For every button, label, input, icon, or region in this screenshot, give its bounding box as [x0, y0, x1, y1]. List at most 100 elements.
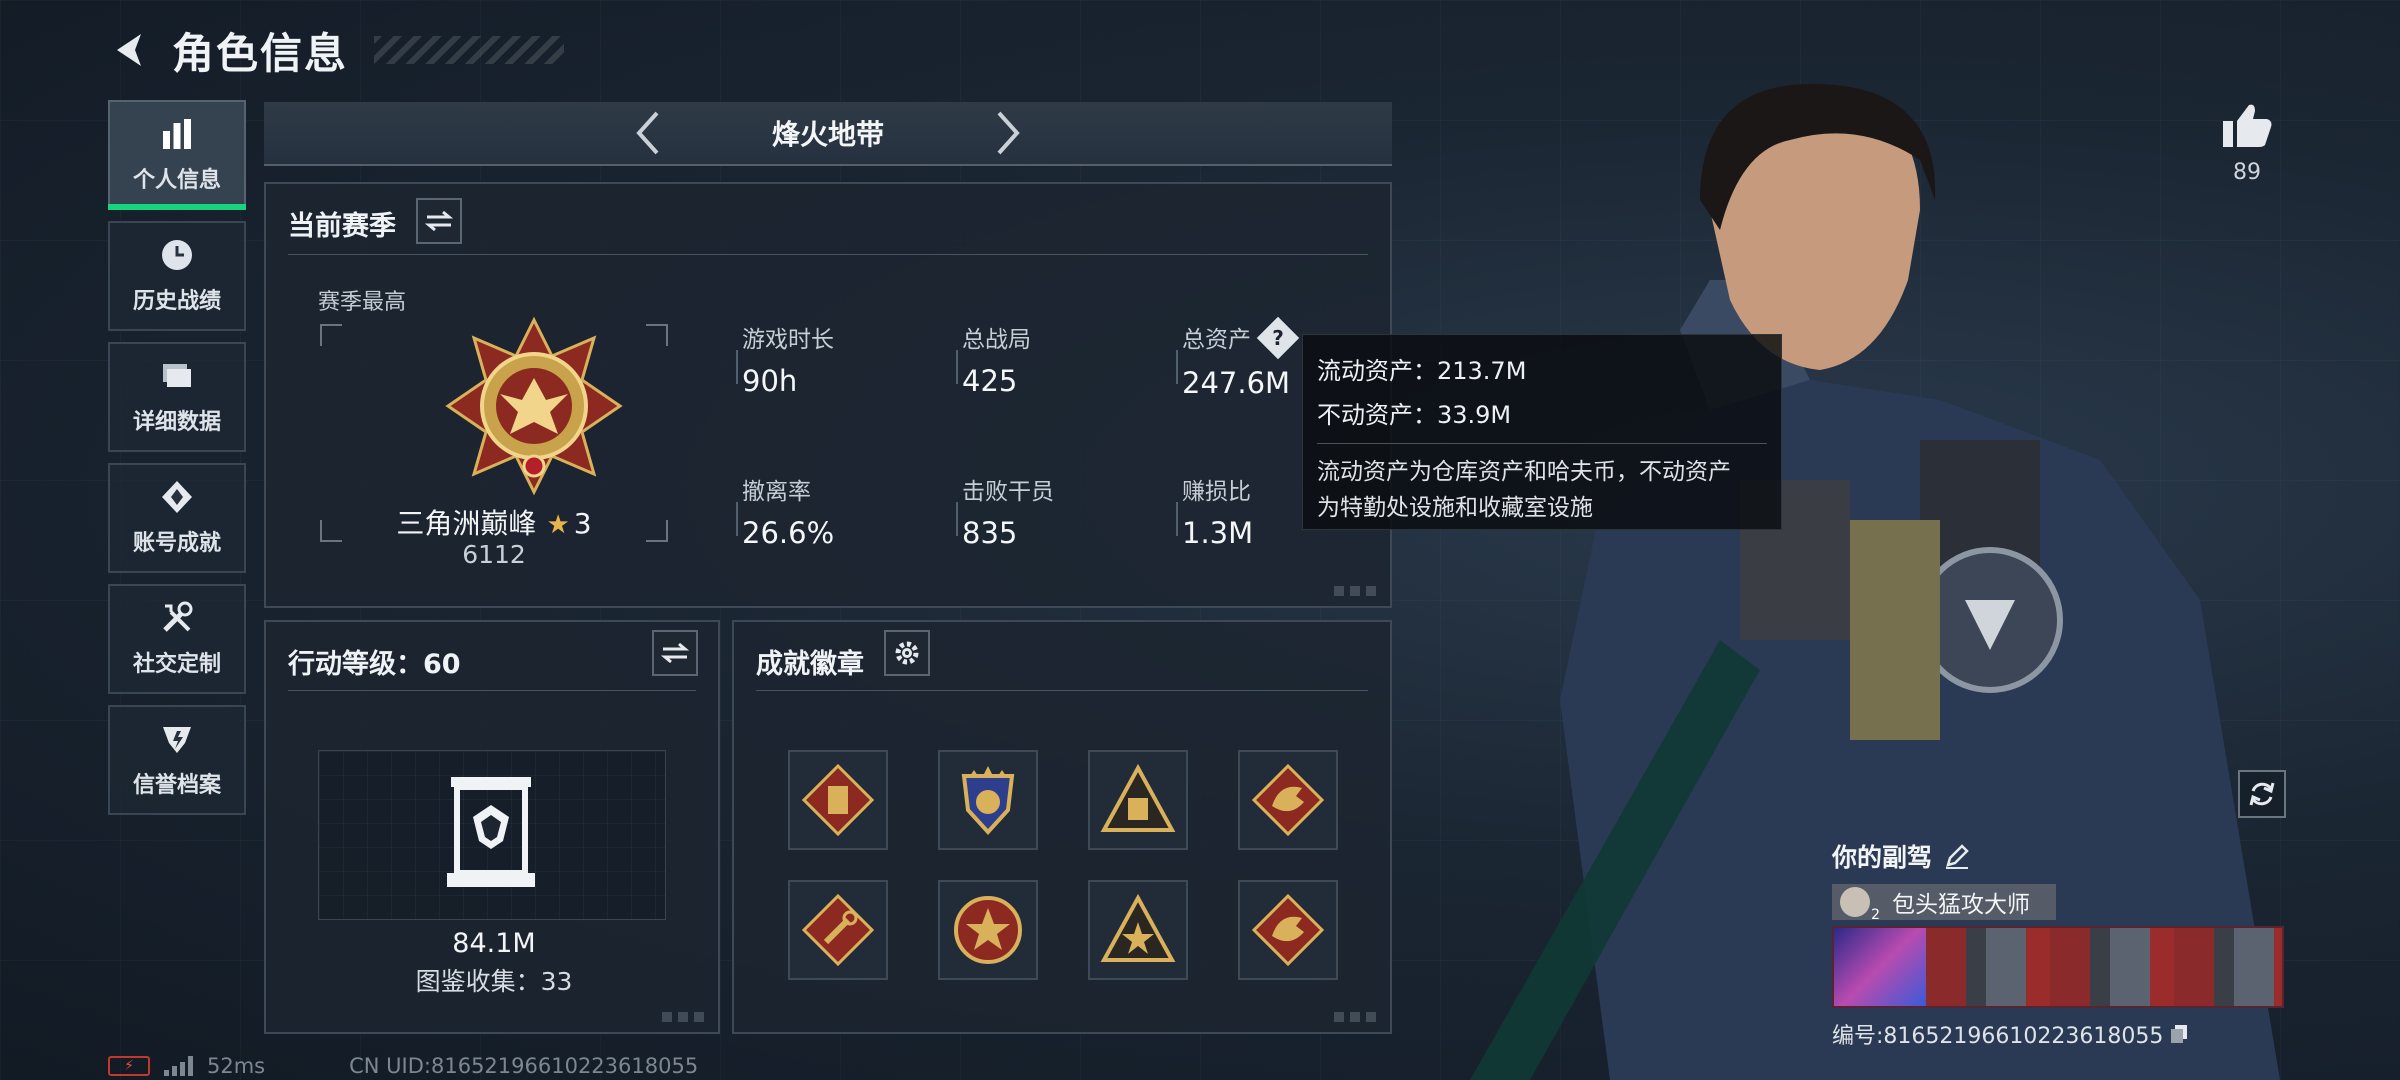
- stat-total-assets: 总资产? 247.6M: [1176, 316, 1300, 400]
- triangle-star-badge-icon: [1100, 893, 1176, 962]
- level-switch-button[interactable]: [652, 630, 698, 676]
- nav-item-achievements[interactable]: 账号成就: [108, 463, 246, 573]
- badges-title: 成就徽章: [756, 649, 864, 680]
- tooltip-description-line: 为特勤处设施和收藏室设施: [1317, 495, 1593, 521]
- copy-icon[interactable]: [2169, 1023, 2189, 1045]
- star-shield-badge-icon: [961, 766, 1015, 835]
- star-emblem-badge-icon: [954, 896, 1022, 964]
- chevron-left-icon[interactable]: [618, 103, 678, 163]
- wrench-badge-icon: [801, 893, 875, 967]
- star-icon: ★: [546, 510, 570, 540]
- nav-item-personal-info[interactable]: 个人信息: [108, 100, 246, 210]
- help-icon[interactable]: ?: [1256, 316, 1300, 359]
- copilot-name-bar[interactable]: 2 包头猛攻大师: [1832, 884, 2056, 923]
- footer-uid: CN UID:81652196610223618055: [349, 1054, 699, 1078]
- bar-chart-icon: [159, 116, 195, 152]
- page-title: 角色信息: [172, 28, 349, 78]
- corner-decoration: [1334, 586, 1380, 596]
- badge-wrench[interactable]: [788, 880, 888, 980]
- chevron-right-icon[interactable]: [978, 103, 1038, 163]
- vest-badge-icon: [801, 763, 875, 837]
- collection-showcase[interactable]: [318, 750, 666, 920]
- badge-triangle-star[interactable]: [1088, 880, 1188, 980]
- collection-count: 图鉴收集：33: [415, 967, 573, 996]
- refresh-icon: [2249, 782, 2275, 806]
- stat-play-time: 游戏时长 90h: [736, 320, 834, 398]
- tools-icon: [159, 600, 195, 636]
- copilot-avatar: 2: [1840, 887, 1880, 923]
- badge-dragon[interactable]: [1238, 880, 1338, 980]
- stat-label: 击败干员: [962, 479, 1054, 505]
- rank-name: 三角洲巅峰: [396, 507, 537, 540]
- nav-label: 社交定制: [132, 652, 221, 677]
- triangle-crate-badge-icon: [1100, 763, 1176, 832]
- tooltip-fixed-assets: 不动资产：33.9M: [1317, 401, 1512, 429]
- nav-label: 历史战绩: [132, 289, 221, 314]
- stat-label: 撤离率: [742, 479, 811, 505]
- action-level-title: 行动等级：60: [288, 649, 461, 680]
- dragon-badge-icon: [1251, 893, 1325, 967]
- tooltip-description-line: 流动资产为仓库资产和哈夫币，不动资产: [1317, 459, 1731, 485]
- badge-settings-button[interactable]: [884, 630, 930, 676]
- stat-total-matches: 总战局 425: [956, 320, 1031, 398]
- copilot-avatar-level: 2: [1871, 907, 1880, 923]
- corner-decoration: [662, 1012, 708, 1022]
- stat-value: 26.6%: [742, 516, 835, 550]
- badge-triangle-crate[interactable]: [1088, 750, 1188, 850]
- thumbs-up-icon: [2223, 104, 2272, 147]
- rank-stars: 3: [573, 507, 592, 540]
- page-header: 角色信息: [108, 22, 565, 78]
- swap-arrows-icon: [661, 642, 689, 664]
- mode-selector: 烽火地带: [264, 102, 1392, 166]
- season-title: 当前赛季: [288, 211, 396, 242]
- panel-divider: [288, 254, 1368, 255]
- stat-extraction-rate: 撤离率 26.6%: [736, 472, 835, 550]
- stat-label: 总资产: [1182, 327, 1251, 353]
- assets-tooltip: 流动资产：213.7M 不动资产：33.9M 流动资产为仓库资产和哈夫币，不动资…: [1302, 334, 1782, 530]
- title-stripe-decoration: [374, 36, 565, 64]
- nav-label: 信誉档案: [132, 773, 221, 798]
- collection-case-icon: [447, 777, 535, 887]
- season-panel: 当前赛季 赛季最高 三角洲巅峰 ★ 3 6112 游戏时长 90h 总战局 425: [264, 182, 1392, 608]
- nav-item-credit-record[interactable]: 信誉档案: [108, 705, 246, 815]
- collection-value: 84.1M: [452, 928, 536, 959]
- stat-value: 1.3M: [1182, 516, 1254, 550]
- badge-star-emblem[interactable]: [938, 880, 1038, 980]
- season-switch-button[interactable]: [416, 198, 462, 244]
- like-button[interactable]: [2218, 96, 2276, 154]
- achievement-badges-panel: 成就徽章: [732, 620, 1392, 1034]
- side-navigation: 个人信息 历史战绩 详细数据 账号成就 社交定制 信誉档案: [108, 100, 246, 826]
- swap-arrows-icon: [425, 210, 453, 232]
- achievement-diamond-icon: [159, 479, 195, 515]
- nav-label: 账号成就: [132, 531, 221, 556]
- folder-stack-icon: [159, 358, 195, 394]
- nav-item-social-custom[interactable]: 社交定制: [108, 584, 246, 694]
- stat-value: 425: [962, 364, 1018, 398]
- like-count: 89: [2233, 160, 2261, 185]
- back-arrow-icon[interactable]: [108, 27, 154, 73]
- panel-divider: [756, 690, 1368, 691]
- stat-value: 90h: [742, 364, 798, 398]
- stat-value: 247.6M: [1182, 365, 1291, 400]
- signal-strength-icon: [164, 1056, 193, 1076]
- refresh-button[interactable]: [2238, 770, 2286, 818]
- nav-item-history[interactable]: 历史战绩: [108, 221, 246, 331]
- copilot-title: 你的副驾: [1832, 843, 1933, 872]
- nav-item-detailed-data[interactable]: 详细数据: [108, 342, 246, 452]
- stat-profit-loss-ratio: 赚损比 1.3M: [1176, 472, 1254, 550]
- copilot-banner-image: [1832, 926, 2284, 1008]
- rank-name-row: 三角洲巅峰 ★ 3: [320, 502, 668, 542]
- stat-value: 835: [962, 516, 1018, 550]
- stat-operators-defeated: 击败干员 835: [956, 472, 1054, 550]
- badge-star-shield[interactable]: [938, 750, 1038, 850]
- rank-score: 6112: [462, 540, 526, 569]
- rank-medal-icon: [444, 316, 624, 496]
- history-clock-icon: [159, 237, 195, 273]
- stat-label: 赚损比: [1182, 479, 1251, 505]
- shield-badge-icon: [159, 721, 195, 757]
- badge-vest[interactable]: [788, 750, 888, 850]
- copilot-card: 你的副驾 2 包头猛攻大师 编号:816521966102236180​55: [1832, 838, 2292, 1050]
- badge-dragon[interactable]: [1238, 750, 1338, 850]
- edit-pencil-icon[interactable]: [1944, 843, 1970, 869]
- mode-name: 烽火地带: [771, 118, 884, 151]
